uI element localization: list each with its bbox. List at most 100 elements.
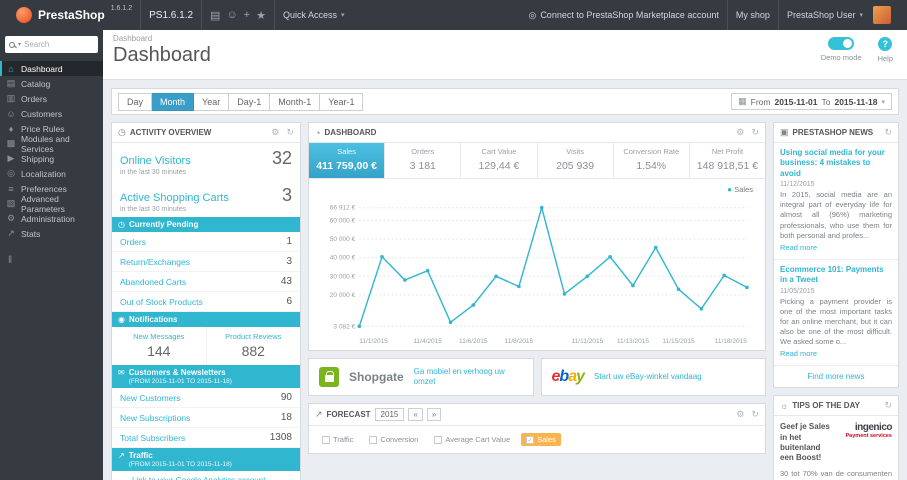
period-month-1-button[interactable]: Month-1 xyxy=(270,92,321,111)
user-menu[interactable]: PrestaShop User ▾ xyxy=(777,0,899,30)
kpi-net-profit[interactable]: Net Profit 148 918,51 € xyxy=(690,143,765,178)
gear-icon[interactable]: ⚙ xyxy=(271,127,279,138)
sidebar-item-modules[interactable]: ▩ Modules and Services xyxy=(0,134,103,154)
active-carts-link[interactable]: Active Shopping Carts xyxy=(120,192,229,204)
prev-year-button[interactable]: « xyxy=(408,408,423,421)
ebay-link[interactable]: Start uw eBay-winkel vandaag xyxy=(594,372,702,382)
price-tag-icon: ♦ xyxy=(8,123,14,134)
globe-icon: ◎ xyxy=(7,168,15,178)
forecast-sales-toggle[interactable]: ✓ Sales xyxy=(521,433,561,446)
add-icon[interactable]: + xyxy=(244,9,250,21)
shop-name[interactable]: PS1.6.1.2 xyxy=(140,0,201,30)
store-icon[interactable]: ▤ xyxy=(210,9,220,22)
kpi-conversion-rate[interactable]: Conversion Rate 1.54% xyxy=(614,143,690,178)
next-year-button[interactable]: » xyxy=(426,408,442,421)
new-customers-row[interactable]: New Customers 90 xyxy=(112,388,300,408)
online-visitors-sub: in the last 30 minutes xyxy=(120,169,187,176)
sidebar-item-customers[interactable]: ☺ Customers xyxy=(0,106,103,121)
kpi-orders[interactable]: Orders 3 181 xyxy=(385,143,462,178)
page-header: Dashboard Dashboard Demo mode ? Help xyxy=(103,30,907,80)
search-scope-caret-icon[interactable]: ▾ xyxy=(18,41,21,48)
brand-version: 1.6.1.2 xyxy=(110,5,133,12)
sidebar-item-catalog[interactable]: ▤ Catalog xyxy=(0,76,103,91)
my-shop-link[interactable]: My shop xyxy=(726,0,778,30)
read-more-link[interactable]: Read more xyxy=(780,243,817,252)
news-article-date: 11/05/2015 xyxy=(780,287,815,295)
reward-icon[interactable]: ★ xyxy=(256,9,266,22)
new-subscriptions-row[interactable]: New Subscriptions 18 xyxy=(112,408,300,428)
chevron-down-icon: ▾ xyxy=(341,12,345,19)
abandoned-carts-row[interactable]: Abandoned Carts 43 xyxy=(112,272,300,292)
forecast-year-select[interactable]: 2015 xyxy=(374,408,405,421)
customers-icon[interactable]: ☺ xyxy=(226,9,237,21)
svg-text:30 000 €: 30 000 € xyxy=(330,273,356,280)
kpi-visits[interactable]: Visits 205 939 xyxy=(538,143,614,178)
avatar[interactable] xyxy=(873,6,891,24)
kpi-sales[interactable]: Sales 411 759,00 € xyxy=(309,143,386,178)
quick-icons: ▤ ☺ + ★ xyxy=(201,0,274,30)
ingenico-logo: ingenico Payment services xyxy=(845,422,893,440)
period-button-group: Day Month Year Day-1 Month-1 Year-1 xyxy=(118,92,364,111)
refresh-icon[interactable]: ↻ xyxy=(884,127,892,138)
out-of-stock-row[interactable]: Out of Stock Products 6 xyxy=(112,292,300,312)
menu-collapse-icon[interactable]: ‖ xyxy=(8,255,103,266)
period-month-button[interactable]: Month xyxy=(152,92,195,111)
svg-text:11/8/2015: 11/8/2015 xyxy=(505,338,534,345)
kpi-cart-value[interactable]: Cart Value 129,44 € xyxy=(461,143,538,178)
find-more-news-link[interactable]: Find more news xyxy=(774,366,898,387)
new-messages-cell[interactable]: New Messages 144 xyxy=(112,327,206,365)
news-article-excerpt: In 2015, social media are an integral pa… xyxy=(780,190,892,240)
help-icon[interactable]: ? xyxy=(878,37,893,51)
forecast-avg-cart-toggle[interactable]: Average Cart Value xyxy=(429,433,515,446)
svg-text:11/18/2015: 11/18/2015 xyxy=(715,338,748,345)
news-article-title[interactable]: Ecommerce 101: Payments in a Tweet xyxy=(780,265,892,286)
refresh-icon[interactable]: ↻ xyxy=(286,127,294,138)
refresh-icon[interactable]: ↻ xyxy=(884,400,892,411)
sidebar-search[interactable]: ▾ xyxy=(5,36,98,53)
dashboard-icon: ◔ xyxy=(315,127,321,138)
demo-mode-toggle[interactable] xyxy=(828,37,855,50)
sidebar-item-localization[interactable]: ◎ Localization xyxy=(0,166,103,181)
sidebar-item-stats[interactable]: ↗ Stats xyxy=(0,226,103,241)
forecast-conversion-toggle[interactable]: Conversion xyxy=(364,433,423,446)
pending-returns-row[interactable]: Return/Exchanges 3 xyxy=(112,252,300,272)
globe-icon: ◎ xyxy=(528,9,537,20)
sliders-icon: ≡ xyxy=(8,183,14,194)
bell-icon: ◉ xyxy=(118,315,125,324)
svg-text:20 000 €: 20 000 € xyxy=(330,292,356,299)
period-year-1-button[interactable]: Year-1 xyxy=(320,92,364,111)
sidebar-item-dashboard[interactable]: ⌂ Dashboard xyxy=(0,61,103,76)
online-visitors-link[interactable]: Online Visitors xyxy=(120,155,191,167)
period-day-button[interactable]: Day xyxy=(118,92,153,111)
brand[interactable]: PrestaShop 1.6.1.2 xyxy=(8,0,140,30)
gear-icon[interactable]: ⚙ xyxy=(736,127,744,138)
product-reviews-cell[interactable]: Product Reviews 882 xyxy=(205,327,301,365)
total-subscribers-row[interactable]: Total Subscribers 1308 xyxy=(112,428,300,448)
filter-bar: Day Month Year Day-1 Month-1 Year-1 ▦ Fr… xyxy=(111,88,899,115)
marketplace-link[interactable]: ◎ Connect to PrestaShop Marketplace acco… xyxy=(520,0,726,30)
search-icon xyxy=(9,41,15,48)
kpi-tabs: Sales 411 759,00 € Orders 3 181 Cart Val… xyxy=(309,143,765,179)
google-analytics-link[interactable]: → Link to your Google Analytics account xyxy=(112,471,300,480)
svg-text:11/15/2015: 11/15/2015 xyxy=(662,338,695,345)
period-day-1-button[interactable]: Day-1 xyxy=(229,92,271,111)
sidebar-item-orders[interactable]: ▥ Orders xyxy=(0,91,103,106)
currently-pending-header: ◷ Currently Pending xyxy=(112,217,300,232)
gear-icon[interactable]: ⚙ xyxy=(736,409,744,420)
traffic-icon: ↗ xyxy=(118,451,125,460)
period-year-button[interactable]: Year xyxy=(194,92,230,111)
pending-orders-row[interactable]: Orders 1 xyxy=(112,232,300,252)
refresh-icon[interactable]: ↻ xyxy=(751,127,759,138)
read-more-link[interactable]: Read more xyxy=(780,349,817,358)
date-range-picker[interactable]: ▦ From 2015-11-01 To 2015-11-18 ▾ xyxy=(731,93,892,110)
news-article-title[interactable]: Using social media for your business: 4 … xyxy=(780,148,892,179)
svg-text:60 000 €: 60 000 € xyxy=(330,218,356,225)
search-input[interactable] xyxy=(24,40,83,49)
forecast-traffic-toggle[interactable]: Traffic xyxy=(317,433,358,446)
ebay-module-box: ebay Start uw eBay-winkel vandaag xyxy=(540,358,766,396)
breadcrumb: Dashboard xyxy=(113,34,153,43)
sidebar-item-advanced-parameters[interactable]: ▧ Advanced Parameters xyxy=(0,194,103,214)
refresh-icon[interactable]: ↻ xyxy=(751,409,759,420)
quick-access-dropdown[interactable]: Quick Access ▾ xyxy=(273,0,353,30)
shopgate-link[interactable]: Ga mobiel en verhoog uw omzet xyxy=(414,367,523,386)
